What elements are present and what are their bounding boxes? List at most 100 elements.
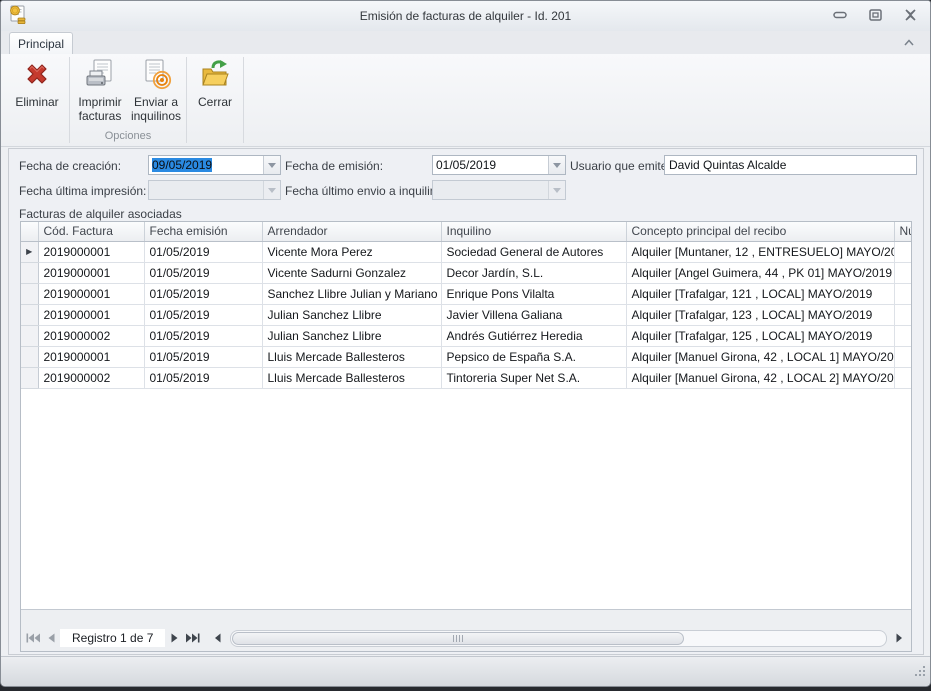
nav-previous-record-button[interactable] — [42, 630, 60, 646]
horizontal-scrollbar-track[interactable] — [230, 630, 887, 647]
ribbon-group-opciones: Imprimir facturas — [72, 54, 184, 146]
print-invoices-icon — [84, 58, 116, 93]
chevron-down-icon — [553, 188, 561, 193]
nav-next-record-button[interactable] — [165, 630, 183, 646]
grid-footer: Registro 1 de 7 — [21, 609, 911, 651]
minimize-button[interactable] — [832, 8, 848, 22]
table-cell: Lluis Mercade Ballesteros — [262, 367, 441, 388]
nav-last-record-button[interactable] — [183, 630, 201, 646]
fecha-emision-dropdown-button[interactable] — [548, 156, 565, 174]
close-button[interactable] — [902, 8, 918, 22]
row-indicator-cell: ▶ — [21, 241, 38, 262]
table-cell: Alquiler [Trafalgar, 123 , LOCAL] MAYO/2… — [626, 304, 894, 325]
table-cell — [894, 262, 911, 283]
table-row[interactable]: 201900000201/05/2019Julian Sanchez Llibr… — [21, 325, 911, 346]
chevron-down-icon — [268, 163, 276, 168]
column-header[interactable]: Cód. Factura — [38, 222, 144, 241]
table-cell: Sociedad General de Autores — [441, 241, 626, 262]
nav-first-record-button[interactable] — [24, 630, 42, 646]
fecha-envio-value — [433, 181, 548, 199]
ribbon-separator — [243, 57, 244, 143]
ribbon-group-eliminar: Eliminar — [7, 54, 67, 146]
chevron-down-icon — [268, 188, 276, 193]
fecha-impresion-field — [148, 180, 281, 200]
table-cell: Alquiler [Angel Guimera, 44 , PK 01] MAY… — [626, 262, 894, 283]
chevron-down-icon — [553, 163, 561, 168]
facturas-table: Cód. FacturaFecha emisiónArrendadorInqui… — [21, 222, 911, 389]
usuario-emite-field[interactable]: David Quintas Alcalde — [664, 155, 917, 175]
column-header[interactable]: Concepto principal del recibo — [626, 222, 894, 241]
table-row[interactable]: 201900000101/05/2019Julian Sanchez Llibr… — [21, 304, 911, 325]
table-row[interactable]: 201900000101/05/2019Vicente Sadurni Gonz… — [21, 262, 911, 283]
fecha-creacion-field[interactable]: 09/05/2019 — [148, 155, 281, 175]
table-cell: Sanchez Llibre Julian y Mariano C... — [262, 283, 441, 304]
table-cell — [894, 304, 911, 325]
table-cell: 2019000002 — [38, 325, 144, 346]
row-indicator-cell — [21, 367, 38, 388]
send-to-tenants-icon — [140, 58, 172, 93]
fecha-envio-dropdown-button — [548, 181, 565, 199]
horizontal-scrollbar-thumb[interactable] — [232, 632, 684, 645]
table-cell: 2019000001 — [38, 346, 144, 367]
table-cell: Julian Sanchez Llibre — [262, 304, 441, 325]
table-cell: Vicente Mora Perez — [262, 241, 441, 262]
table-cell: Alquiler [Manuel Girona, 42 , LOCAL 2] M… — [626, 367, 894, 388]
delete-x-icon — [21, 58, 53, 93]
facturas-grid: Cód. FacturaFecha emisiónArrendadorInqui… — [20, 221, 912, 652]
fecha-creacion-value: 09/05/2019 — [152, 158, 212, 172]
table-cell: Julian Sanchez Llibre — [262, 325, 441, 346]
table-cell: 2019000001 — [38, 283, 144, 304]
table-cell: Andrés Gutiérrez Heredia — [441, 325, 626, 346]
enviar-inquilinos-button[interactable]: Enviar a inquilinos — [128, 54, 184, 124]
fecha-emision-field[interactable]: 01/05/2019 — [432, 155, 566, 175]
column-header[interactable]: Inquilino — [441, 222, 626, 241]
table-cell: 01/05/2019 — [144, 367, 262, 388]
table-cell — [894, 346, 911, 367]
restore-button[interactable] — [867, 8, 883, 22]
table-cell: Lluis Mercade Ballesteros — [262, 346, 441, 367]
table-cell: Tintoreria Super Net S.A. — [441, 367, 626, 388]
ribbon: Eliminar — [1, 54, 930, 147]
row-indicator-cell — [21, 262, 38, 283]
table-cell: Vicente Sadurni Gonzalez — [262, 262, 441, 283]
column-header[interactable]: Arrendador — [262, 222, 441, 241]
table-row[interactable]: ▶201900000101/05/2019Vicente Mora PerezS… — [21, 241, 911, 262]
application-window: Emisión de facturas de alquiler - Id. 20… — [0, 0, 931, 687]
grid-header-row: Cód. FacturaFecha emisiónArrendadorInqui… — [21, 222, 911, 241]
column-header[interactable]: Núm — [894, 222, 911, 241]
table-row[interactable]: 201900000101/05/2019Lluis Mercade Balles… — [21, 346, 911, 367]
table-cell: 01/05/2019 — [144, 241, 262, 262]
record-position-label: Registro 1 de 7 — [60, 629, 165, 647]
tab-principal[interactable]: Principal — [9, 32, 73, 54]
table-cell: Alquiler [Manuel Girona, 42 , LOCAL 1] M… — [626, 346, 894, 367]
fecha-creacion-label: Fecha de creación: — [19, 159, 121, 173]
cerrar-button[interactable]: Cerrar — [189, 54, 241, 110]
table-cell: Alquiler [Muntaner, 12 , ENTRESUELO] MAY… — [626, 241, 894, 262]
hscroll-left-arrow[interactable] — [209, 630, 227, 646]
content-panel: Fecha de creación: 09/05/2019 Fecha de e… — [8, 148, 924, 655]
ribbon-separator — [186, 57, 187, 143]
table-cell: 01/05/2019 — [144, 325, 262, 346]
row-indicator-cell — [21, 346, 38, 367]
table-cell: 2019000001 — [38, 241, 144, 262]
fecha-envio-label: Fecha último envio a inquilino: — [285, 184, 446, 198]
resize-grip[interactable] — [914, 665, 927, 683]
hscroll-right-arrow[interactable] — [890, 630, 908, 646]
table-cell: 01/05/2019 — [144, 304, 262, 325]
ribbon-tab-row: Principal — [1, 31, 930, 54]
fecha-emision-label: Fecha de emisión: — [285, 159, 383, 173]
imprimir-facturas-button[interactable]: Imprimir facturas — [72, 54, 128, 124]
eliminar-button[interactable]: Eliminar — [7, 54, 67, 110]
column-header[interactable]: Fecha emisión — [144, 222, 262, 241]
fecha-emision-value: 01/05/2019 — [433, 156, 548, 174]
table-cell: Alquiler [Trafalgar, 125 , LOCAL] MAYO/2… — [626, 325, 894, 346]
table-cell — [894, 241, 911, 262]
fecha-impresion-dropdown-button — [263, 181, 280, 199]
fecha-creacion-dropdown-button[interactable] — [263, 156, 280, 174]
table-cell: Javier Villena Galiana — [441, 304, 626, 325]
table-cell — [894, 367, 911, 388]
table-row[interactable]: 201900000101/05/2019Sanchez Llibre Julia… — [21, 283, 911, 304]
table-row[interactable]: 201900000201/05/2019Lluis Mercade Balles… — [21, 367, 911, 388]
table-cell: Alquiler [Trafalgar, 121 , LOCAL] MAYO/2… — [626, 283, 894, 304]
ribbon-collapse-chevron-icon[interactable] — [902, 36, 918, 50]
